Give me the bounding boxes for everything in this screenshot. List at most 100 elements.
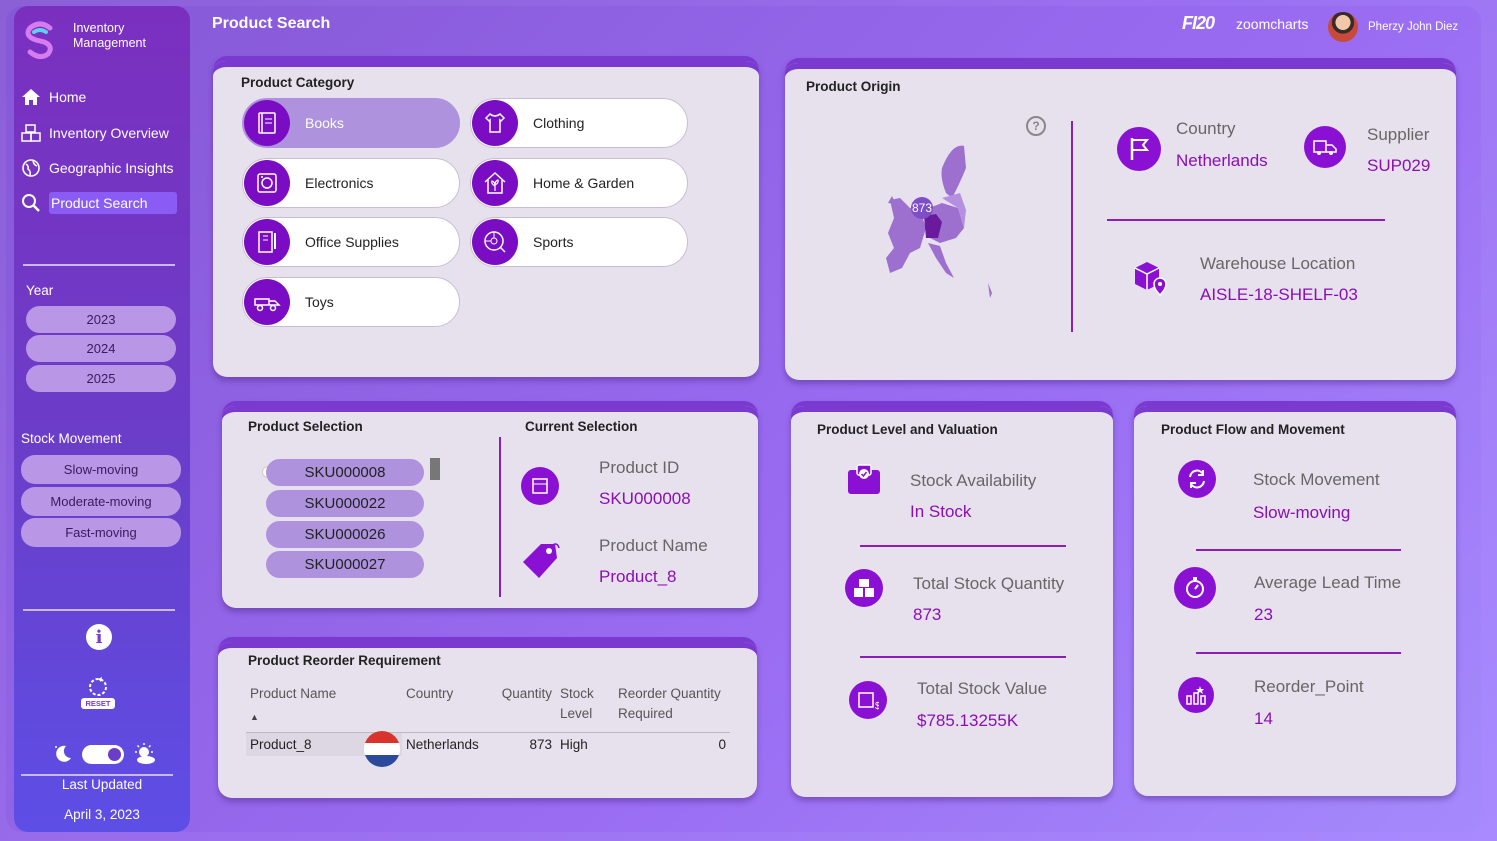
warehouse-value: AISLE-18-SHELF-03 [1200,285,1358,304]
cell-product-name: Product_8 [246,731,402,767]
product-box-icon [521,467,559,505]
col-quantity-label: Quantity [501,686,552,701]
map-cyprus [988,283,992,298]
nav-home[interactable]: Home [20,85,86,109]
sku-option-3[interactable]: SKU000026 [266,521,424,548]
category-toys[interactable]: Toys [242,277,460,327]
theme-switcher [52,742,156,766]
product-selection-title: Product Selection [248,419,363,434]
sidebar-divider [23,264,175,266]
total-stock-value-label: Total Stock Value [917,679,1048,698]
avatar[interactable] [1328,12,1358,42]
origin-divider-vertical [1071,121,1073,332]
nav-inventory-overview[interactable]: Inventory Overview [20,121,169,145]
sort-ascending-icon: ▲ [250,712,259,722]
reset-icon [89,677,107,696]
flow-divider-1 [1196,549,1401,551]
map-italy-balkans [928,243,954,278]
year-option-2025[interactable]: 2025 [26,365,176,392]
app-logo [25,21,53,60]
europe-map[interactable]: 873 [880,138,1000,308]
stock-availability-value: In Stock [910,502,972,521]
nav-product-search-label: Product Search [49,192,177,214]
total-stock-qty-label: Total Stock Quantity [913,574,1065,593]
book-icon [244,100,290,146]
reorder-point-value: 14 [1254,709,1273,728]
moon-icon [55,745,71,762]
shirt-icon [472,100,518,146]
stock-availability-icon [848,464,880,494]
category-electronics[interactable]: Electronics [242,158,460,208]
category-sports[interactable]: Sports [470,217,688,267]
warehouse-label: Warehouse Location [1200,254,1356,273]
reorder-table: Product Name ▲ Country Quantity Stock Lev… [246,684,730,767]
stock-movement-option-moderate[interactable]: Moderate-moving [21,487,181,516]
col-quantity[interactable]: Quantity [488,684,556,733]
stock-movement-option-fast[interactable]: Fast-moving [21,518,181,547]
supplier-label: Supplier [1367,125,1430,144]
col-reorder-qty[interactable]: Reorder Quantity Required [614,684,730,733]
col-country[interactable]: Country [402,684,488,733]
nav-geographic-insights[interactable]: Geographic Insights [20,156,174,180]
category-home-garden-label: Home & Garden [533,175,635,191]
sku-option-1[interactable]: SKU000008 [266,459,424,486]
sku-option-2[interactable]: SKU000022 [266,490,424,517]
col-product-name[interactable]: Product Name ▲ [246,684,402,733]
info-icon[interactable]: i [86,624,112,650]
globe-icon [20,157,42,179]
product-id-value: SKU000008 [599,489,691,508]
bar-chart-star-icon [1178,677,1214,713]
boxes-icon [20,122,42,144]
category-office-supplies[interactable]: Office Supplies [242,217,460,267]
brand-name: Inventory Management [73,21,146,51]
category-electronics-label: Electronics [305,175,374,191]
product-name-value: Product_8 [599,567,677,586]
box-dollar-icon: $ [849,681,887,719]
price-tag-icon [523,543,560,578]
netherlands-flag-icon [364,731,400,767]
stock-movement-option-slow[interactable]: Slow-moving [21,455,181,484]
toy-truck-icon [244,279,290,325]
nav-inventory-overview-label: Inventory Overview [49,125,169,141]
valuation-divider-1 [860,545,1066,547]
country-value: Netherlands [1176,151,1268,170]
ball-icon [472,219,518,265]
sku-list-scrollbar[interactable] [430,458,440,480]
category-sports-label: Sports [533,234,574,250]
year-option-2023[interactable]: 2023 [26,306,176,333]
cell-product-name-text: Product_8 [250,737,312,752]
nav-product-search[interactable]: Product Search [20,191,177,215]
house-plant-icon [472,160,518,206]
category-books[interactable]: Books [242,98,460,148]
category-clothing-label: Clothing [533,115,585,131]
sku-option-4[interactable]: SKU000027 [266,551,424,578]
toggle-knob [108,747,121,761]
selection-divider [499,437,501,597]
magnifier-icon [20,192,42,214]
category-home-garden[interactable]: Home & Garden [470,158,688,208]
svg-text:$: $ [875,701,879,711]
help-icon[interactable]: ? [1026,116,1046,136]
origin-divider-horizontal [1107,219,1385,221]
year-filter-title: Year [26,283,54,298]
table-row[interactable]: Product_8 Netherlands 873 High 0 [246,731,730,767]
year-option-2024[interactable]: 2024 [26,335,176,362]
cycle-arrows-icon [1178,460,1216,498]
cell-stock-level: High [560,737,588,752]
category-clothing[interactable]: Clothing [470,98,688,148]
total-stock-qty-value: 873 [913,605,942,624]
sidebar-divider-3 [21,774,173,776]
theme-toggle[interactable] [82,744,124,764]
stock-movement-filter-title: Stock Movement [21,431,122,446]
reset-button[interactable]: RESET [78,676,118,712]
col-stock-level[interactable]: Stock Level [556,684,614,733]
col-product-name-label: Product Name [250,686,337,701]
home-icon [20,86,42,108]
stock-availability-label: Stock Availability [910,471,1037,490]
level-valuation-title: Product Level and Valuation [817,422,998,437]
brand-line2: Management [73,36,146,50]
warehouse-box-pin-icon [1134,262,1167,297]
stopwatch-icon [1174,567,1216,609]
flow-movement-title: Product Flow and Movement [1161,422,1345,437]
cell-quantity: 873 [529,737,552,752]
